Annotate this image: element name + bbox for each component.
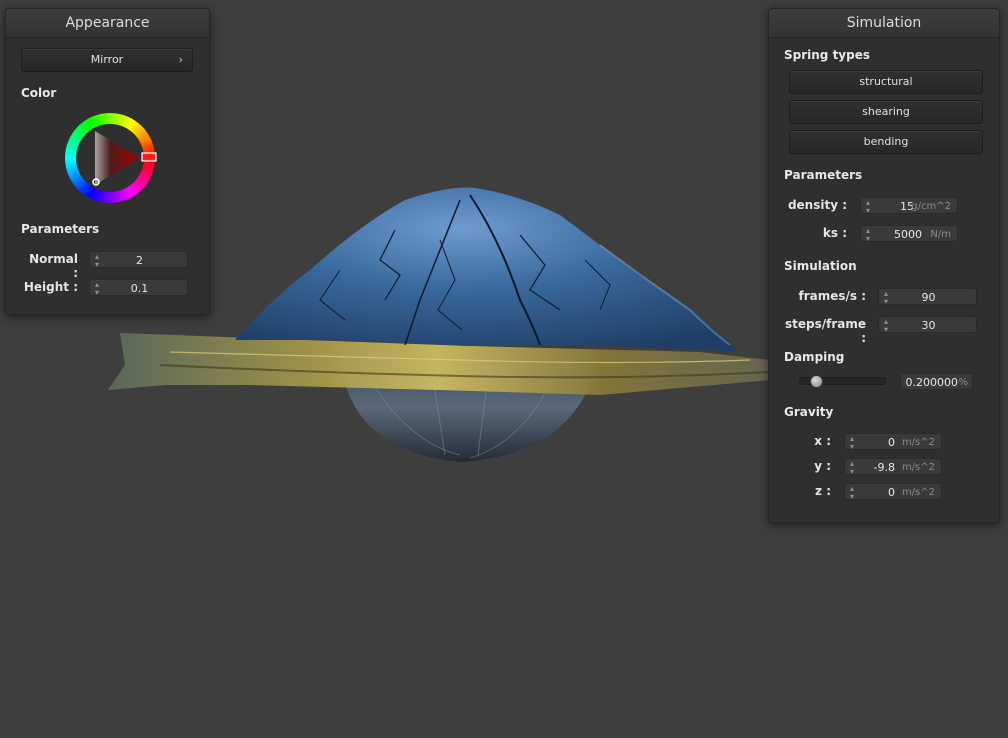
simulation-panel: Simulation Spring types structural shear… xyxy=(768,8,1000,523)
appearance-panel: Appearance Mirror › Color Parameters Nor… xyxy=(5,8,210,315)
cloth-mesh xyxy=(235,187,740,352)
damping-label: Damping xyxy=(784,350,845,364)
gravity-y-unit: m/s^2 xyxy=(901,462,935,473)
ks-label: ks : xyxy=(822,226,847,240)
gravity-y-field[interactable]: ▴ ▾ -9.8 m/s^2 xyxy=(844,458,942,476)
simulation-panel-title[interactable]: Simulation xyxy=(769,9,999,38)
bending-button[interactable]: bending xyxy=(789,130,983,154)
gravity-label: Gravity xyxy=(784,405,834,419)
ks-field[interactable]: ▴ ▾ 5000 N/m xyxy=(860,225,958,243)
density-field[interactable]: ▴ ▾ 15 g/cm^2 xyxy=(860,197,958,215)
spring-types-label: Spring types xyxy=(784,48,871,62)
sim-parameters-label: Parameters xyxy=(784,168,863,182)
steps-field[interactable]: ▴ ▾ 30 xyxy=(878,316,977,334)
damping-unit: % xyxy=(958,377,968,388)
gravity-x-label: x : xyxy=(814,434,831,448)
shearing-button[interactable]: shearing xyxy=(789,100,983,124)
gravity-z-unit: m/s^2 xyxy=(901,487,935,498)
gravity-y-label: y : xyxy=(814,459,831,473)
normal-label: Normal : xyxy=(29,252,78,280)
height-value: 0.1 xyxy=(130,282,149,295)
damping-field[interactable]: 0.200000 % xyxy=(900,373,973,390)
normal-field[interactable]: ▴ ▾ 2 xyxy=(89,251,188,269)
appearance-parameters-label: Parameters xyxy=(21,222,100,236)
color-wheel[interactable] xyxy=(64,112,158,206)
gravity-x-value: 0 xyxy=(888,436,895,449)
density-unit: g/cm^2 xyxy=(911,201,951,212)
chevron-right-icon: › xyxy=(178,53,183,66)
height-field[interactable]: ▴ ▾ 0.1 xyxy=(89,279,188,297)
shader-dropdown-label: Mirror xyxy=(90,53,124,66)
frames-field[interactable]: ▴ ▾ 90 xyxy=(878,288,977,306)
gravity-z-field[interactable]: ▴ ▾ 0 m/s^2 xyxy=(844,483,942,501)
simulation-label: Simulation xyxy=(784,259,857,273)
gravity-z-label: z : xyxy=(815,484,831,498)
damping-value: 0.200000 xyxy=(905,376,959,389)
frames-value: 90 xyxy=(921,291,936,304)
hue-selector-handle xyxy=(141,152,157,162)
shader-dropdown[interactable]: Mirror › xyxy=(21,48,193,72)
color-label: Color xyxy=(21,86,57,100)
spinner-icon[interactable]: ▴ ▾ xyxy=(866,198,870,215)
height-label: Height : xyxy=(23,280,78,294)
gravity-x-field[interactable]: ▴ ▾ 0 m/s^2 xyxy=(844,433,942,451)
steps-value: 30 xyxy=(921,319,936,332)
appearance-panel-title[interactable]: Appearance xyxy=(6,9,209,38)
spinner-icon[interactable]: ▴ ▾ xyxy=(850,484,854,501)
ks-unit: N/m xyxy=(930,229,951,240)
gravity-x-unit: m/s^2 xyxy=(901,437,935,448)
ks-value: 5000 xyxy=(894,228,922,241)
spinner-icon[interactable]: ▴ ▾ xyxy=(850,434,854,451)
structural-button[interactable]: structural xyxy=(789,70,983,94)
spinner-icon[interactable]: ▴ ▾ xyxy=(850,459,854,476)
gravity-y-value: -9.8 xyxy=(873,461,895,474)
damping-slider-knob[interactable] xyxy=(810,375,823,388)
spinner-icon[interactable]: ▴ ▾ xyxy=(866,226,870,243)
gravity-z-value: 0 xyxy=(888,486,895,499)
steps-label: steps/frame : xyxy=(784,317,866,345)
normal-value: 2 xyxy=(136,254,143,267)
density-label: density : xyxy=(787,198,847,212)
frames-label: frames/s : xyxy=(798,289,866,303)
